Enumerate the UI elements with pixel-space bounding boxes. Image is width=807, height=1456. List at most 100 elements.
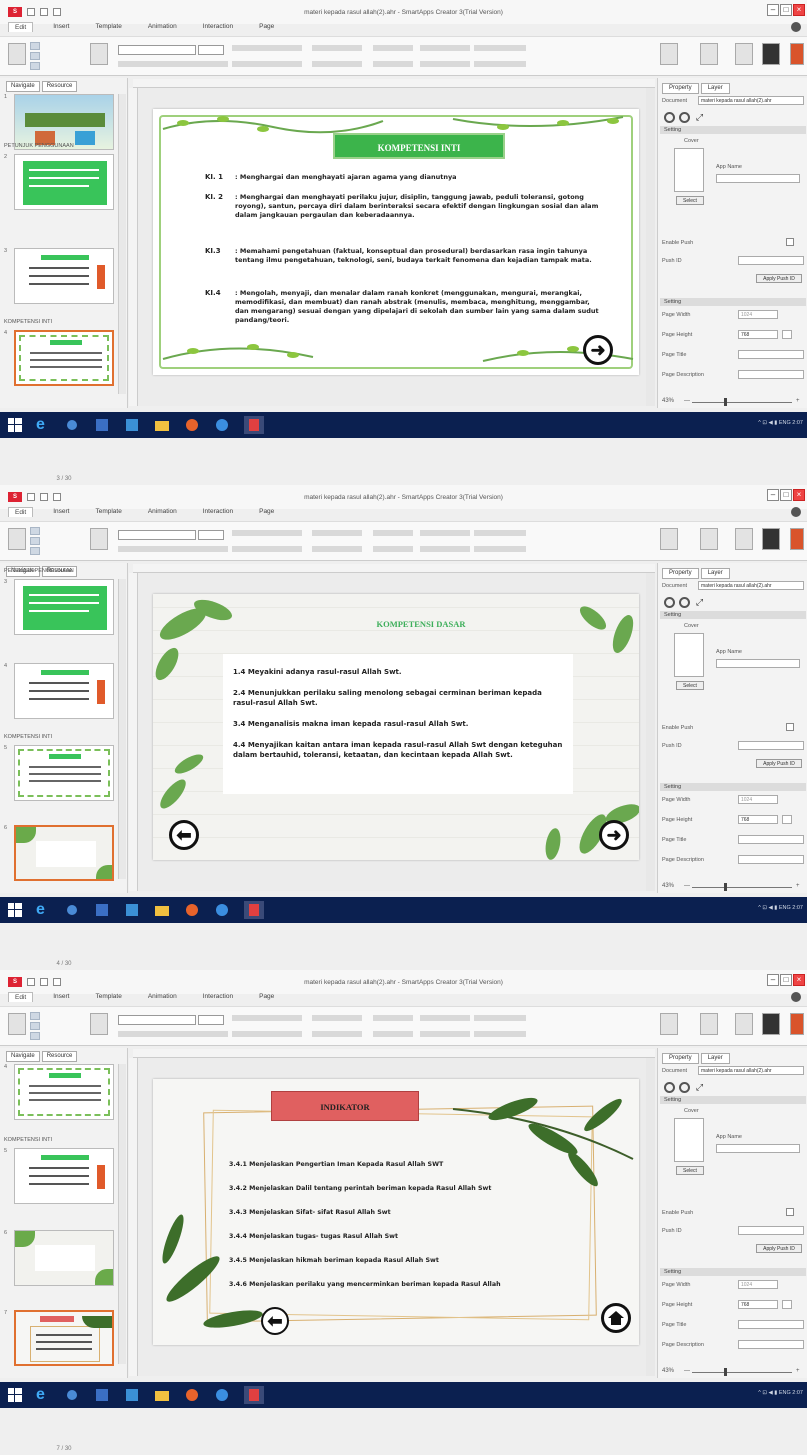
section-header[interactable]: PETUNJUK PENGGUNAAN: [4, 142, 116, 151]
page-description-input[interactable]: [738, 855, 804, 864]
tab-template[interactable]: Template: [89, 507, 127, 517]
tab-property[interactable]: Property: [662, 1053, 699, 1064]
help-icon[interactable]: [791, 22, 801, 32]
zoom-control[interactable]: 43% — +: [662, 883, 807, 893]
media-player-icon[interactable]: [64, 1388, 80, 1402]
app-name-input[interactable]: [716, 174, 800, 183]
zoom-slider-handle[interactable]: [724, 1368, 727, 1376]
publish-button[interactable]: [790, 528, 804, 550]
tab-insert[interactable]: Insert: [47, 22, 75, 32]
gear-icon[interactable]: [679, 1082, 690, 1093]
tab-layer[interactable]: Layer: [700, 1053, 730, 1064]
thumbnail-scrollbar[interactable]: [118, 94, 126, 394]
page-height-input[interactable]: 768: [738, 815, 778, 824]
firefox-icon[interactable]: [184, 903, 200, 917]
page-height-input[interactable]: 768: [738, 1300, 778, 1309]
apply-push-button[interactable]: Apply Push ID: [756, 274, 802, 283]
zoom-slider-handle[interactable]: [724, 883, 727, 891]
font-name-select[interactable]: [118, 530, 196, 540]
select-cover-button[interactable]: Select: [676, 681, 704, 690]
tab-template[interactable]: Template: [89, 22, 127, 32]
indent-buttons[interactable]: [312, 61, 362, 67]
tab-edit[interactable]: Edit: [8, 22, 34, 32]
page-title-input[interactable]: [738, 835, 804, 844]
gear-icon[interactable]: [679, 112, 690, 123]
format-painter-quick-button[interactable]: [232, 546, 302, 552]
tab-edit[interactable]: Edit: [8, 992, 34, 1002]
slide-thumbnail[interactable]: [14, 1230, 114, 1286]
new-page-button[interactable]: [90, 528, 108, 550]
smartapps-taskbar-icon[interactable]: [244, 416, 264, 434]
indent-buttons[interactable]: [312, 1031, 362, 1037]
preview-button[interactable]: [762, 1013, 780, 1035]
windows-start-icon[interactable]: [8, 418, 22, 432]
canvas-scrollbar[interactable]: [646, 88, 655, 406]
font-name-select[interactable]: [118, 45, 196, 55]
send-to-back-button[interactable]: [420, 546, 470, 552]
align-buttons[interactable]: [373, 1015, 413, 1021]
slide-thumbnail[interactable]: [14, 745, 114, 801]
publish-button[interactable]: [790, 1013, 804, 1035]
enable-push-checkbox[interactable]: [786, 723, 794, 731]
onenote-icon[interactable]: [124, 1388, 140, 1402]
cut-icon[interactable]: [30, 1012, 40, 1020]
canvas-scrollbar[interactable]: [646, 573, 655, 891]
table-button[interactable]: [700, 1013, 718, 1035]
bring-to-front-button[interactable]: [420, 45, 470, 51]
prev-arrow-button[interactable]: ⬅: [169, 820, 199, 850]
tab-page[interactable]: Page: [253, 22, 280, 32]
page-setting-section-header[interactable]: Setting: [660, 298, 806, 306]
table-button[interactable]: [700, 528, 718, 550]
slide-thumbnail[interactable]: [14, 1310, 114, 1366]
document-name-field[interactable]: materi kepada rasul allah(2).ahr: [698, 1066, 804, 1075]
minimize-button[interactable]: –: [767, 4, 779, 16]
tab-property[interactable]: Property: [662, 568, 699, 579]
font-size-select[interactable]: [198, 45, 224, 55]
minimize-button[interactable]: –: [767, 489, 779, 501]
zoom-control[interactable]: 43% — +: [662, 1368, 807, 1378]
media-player-icon[interactable]: [64, 418, 80, 432]
bring-forward-button[interactable]: [474, 1015, 526, 1021]
page-setting-section-header[interactable]: Setting: [660, 783, 806, 791]
send-backward-button[interactable]: [474, 61, 526, 67]
list-buttons[interactable]: [312, 45, 362, 51]
slide-thumbnail[interactable]: [14, 154, 114, 210]
list-buttons[interactable]: [312, 530, 362, 536]
app-icon[interactable]: [214, 1388, 230, 1402]
section-header[interactable]: PETUNJUK PENGGUNAAN: [4, 567, 116, 576]
internet-explorer-icon[interactable]: e: [36, 417, 52, 433]
tab-animation[interactable]: Animation: [142, 22, 183, 32]
send-backward-button[interactable]: [474, 1031, 526, 1037]
tab-navigate[interactable]: Navigate: [6, 1051, 40, 1062]
tab-insert[interactable]: Insert: [47, 507, 75, 517]
slide-3[interactable]: INDIKATOR 3.4.1 Menjelaskan Pengertian I…: [153, 1079, 639, 1345]
page-height-stepper[interactable]: [782, 330, 792, 339]
canvas-scrollbar[interactable]: [646, 1058, 655, 1376]
print-button[interactable]: [735, 528, 753, 550]
align-buttons-2[interactable]: [373, 546, 413, 552]
indent-buttons[interactable]: [312, 546, 362, 552]
prev-arrow-button[interactable]: ⬅: [261, 1307, 289, 1335]
list-buttons[interactable]: [312, 1015, 362, 1021]
windows-start-icon[interactable]: [8, 1388, 22, 1402]
tab-property[interactable]: Property: [662, 83, 699, 94]
new-page-button[interactable]: [90, 43, 108, 65]
page-height-stepper[interactable]: [782, 815, 792, 824]
slide-thumbnail[interactable]: [14, 1148, 114, 1204]
windows-start-icon[interactable]: [8, 903, 22, 917]
delete-icon[interactable]: [30, 1032, 40, 1040]
tab-resource[interactable]: Resource: [41, 1051, 78, 1062]
page-description-input[interactable]: [738, 1340, 804, 1349]
align-buttons[interactable]: [373, 45, 413, 51]
print-button[interactable]: [735, 43, 753, 65]
tab-layer[interactable]: Layer: [700, 568, 730, 579]
format-toolbar[interactable]: [118, 546, 228, 552]
format-toolbar[interactable]: [118, 1031, 228, 1037]
word-icon[interactable]: [94, 903, 110, 917]
format-painter-quick-button[interactable]: [232, 61, 302, 67]
settings-icon[interactable]: [664, 112, 675, 123]
next-arrow-button[interactable]: ➜: [583, 335, 613, 365]
tab-layer[interactable]: Layer: [700, 83, 730, 94]
apply-push-button[interactable]: Apply Push ID: [756, 759, 802, 768]
onenote-icon[interactable]: [124, 903, 140, 917]
